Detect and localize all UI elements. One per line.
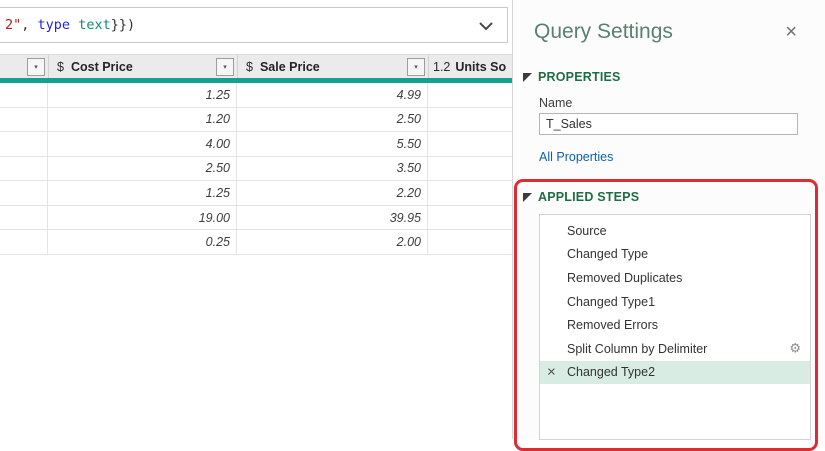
step-label: Changed Type2 xyxy=(567,365,656,380)
filter-caret-icon: ▾ xyxy=(414,63,418,71)
cell-empty xyxy=(428,230,512,254)
gear-icon[interactable]: ⚙ xyxy=(789,342,801,355)
collapse-triangle-icon xyxy=(523,192,532,202)
cell-sale[interactable]: 5.50 xyxy=(237,132,428,156)
all-properties-link[interactable]: All Properties xyxy=(539,150,613,164)
step-label: Changed Type xyxy=(567,247,649,262)
column-header-units-sold[interactable]: 1.2 Units So xyxy=(428,55,512,79)
cell-cost[interactable]: 2.50 xyxy=(48,156,237,181)
applied-step-source[interactable]: Source xyxy=(540,219,810,243)
formula-bar[interactable]: 2", type text}}) xyxy=(0,7,508,43)
applied-step-changed-type1[interactable]: Changed Type1 xyxy=(540,290,810,314)
formula-token: }}) xyxy=(110,17,136,33)
name-field-label: Name xyxy=(539,96,573,110)
close-icon[interactable]: × xyxy=(785,22,797,42)
applied-step-removed-errors[interactable]: Removed Errors xyxy=(540,313,810,337)
section-header-label: PROPERTIES xyxy=(538,70,621,84)
step-label: Removed Errors xyxy=(567,318,658,333)
filter-caret-icon: ▾ xyxy=(223,63,227,71)
currency-type-icon: $ xyxy=(246,60,253,74)
step-label: Removed Duplicates xyxy=(567,270,683,285)
table-header-row: ▾ $ Cost Price ▾ $ Sale Price ▾ 1.2 Unit… xyxy=(0,54,512,79)
cell-empty xyxy=(428,108,512,132)
table-row[interactable]: 2.50 3.50 xyxy=(0,156,512,182)
formula-text[interactable]: 2", type text}}) xyxy=(5,17,135,33)
table-row[interactable]: 1.25 4.99 xyxy=(0,83,512,108)
cell-sale[interactable]: 39.95 xyxy=(237,205,428,230)
cell-empty xyxy=(0,205,48,230)
delete-step-icon[interactable]: × xyxy=(547,365,556,380)
currency-type-icon: $ xyxy=(57,60,64,74)
cell-empty xyxy=(428,181,512,205)
cell-empty xyxy=(0,83,48,107)
filter-dropdown-button[interactable]: ▾ xyxy=(407,58,425,76)
applied-step-removed-duplicates[interactable]: Removed Duplicates xyxy=(540,266,810,290)
cell-cost[interactable]: 1.25 xyxy=(48,181,237,205)
table-row[interactable]: 1.25 2.20 xyxy=(0,181,512,206)
cell-empty xyxy=(0,107,48,132)
formula-token xyxy=(70,17,78,33)
query-name-input[interactable] xyxy=(539,113,798,135)
cell-cost[interactable]: 19.00 xyxy=(48,205,237,230)
column-header-partial[interactable]: ▾ xyxy=(0,55,48,79)
cell-empty xyxy=(428,206,512,230)
applied-step-split-column-by-delimiter[interactable]: Split Column by Delimiter ⚙ xyxy=(540,337,810,361)
section-header-label: APPLIED STEPS xyxy=(538,190,640,204)
table-body: 1.25 4.99 1.20 2.50 4.00 5.50 2.50 3.50 1.25 2.20… xyxy=(0,83,512,255)
applied-step-changed-type2[interactable]: × Changed Type2 xyxy=(540,360,810,385)
step-label: Changed Type1 xyxy=(567,294,656,309)
cell-sale[interactable]: 3.50 xyxy=(237,156,428,181)
cell-empty xyxy=(0,132,48,156)
filter-caret-icon: ▾ xyxy=(34,63,38,71)
column-header-cost-price[interactable]: $ Cost Price ▾ xyxy=(48,55,237,79)
cell-empty xyxy=(0,230,48,254)
query-settings-pane: Query Settings × PROPERTIES Name All Pro… xyxy=(512,0,825,440)
step-label: Split Column by Delimiter xyxy=(567,341,708,356)
applied-steps-section-header[interactable]: APPLIED STEPS xyxy=(523,190,639,204)
filter-dropdown-button[interactable]: ▾ xyxy=(216,58,234,76)
cell-empty xyxy=(0,181,48,205)
cell-empty xyxy=(428,83,512,107)
table-row[interactable]: 19.00 39.95 xyxy=(0,205,512,231)
collapse-triangle-icon xyxy=(523,72,532,82)
column-label: Cost Price xyxy=(70,60,133,74)
cell-sale[interactable]: 2.50 xyxy=(237,107,428,132)
query-editor-grid-area: 2", type text}}) ▾ $ Cost Price ▾ $ Sale… xyxy=(0,0,512,439)
pane-title: Query Settings xyxy=(534,20,673,43)
step-label: Source xyxy=(567,223,607,238)
applied-step-changed-type[interactable]: Changed Type xyxy=(540,243,810,267)
cell-cost[interactable]: 1.20 xyxy=(48,107,237,132)
formula-token: text xyxy=(78,17,111,33)
formula-token: , xyxy=(21,17,38,33)
cell-sale[interactable]: 2.20 xyxy=(237,181,428,205)
cell-empty xyxy=(0,156,48,181)
applied-steps-list: Source Changed Type Removed Duplicates Chan… xyxy=(539,214,811,440)
decimal-type-icon: 1.2 xyxy=(433,60,451,74)
cell-cost[interactable]: 1.25 xyxy=(48,83,237,107)
table-row[interactable]: 4.00 5.50 xyxy=(0,132,512,157)
properties-section-header[interactable]: PROPERTIES xyxy=(523,70,621,84)
table-row[interactable]: 1.20 2.50 xyxy=(0,107,512,133)
cell-cost[interactable]: 0.25 xyxy=(48,230,237,254)
cell-cost[interactable]: 4.00 xyxy=(48,132,237,156)
column-label: Sale Price xyxy=(259,60,320,74)
formula-token: 2" xyxy=(5,17,22,33)
column-header-sale-price[interactable]: $ Sale Price ▾ xyxy=(237,55,428,79)
formula-token: type xyxy=(37,17,71,33)
filter-dropdown-button[interactable]: ▾ xyxy=(27,58,45,76)
cell-sale[interactable]: 4.99 xyxy=(237,83,428,107)
cell-empty xyxy=(428,157,512,181)
cell-sale[interactable]: 2.00 xyxy=(237,230,428,254)
cell-empty xyxy=(428,132,512,156)
table-row[interactable]: 0.25 2.00 xyxy=(0,230,512,255)
column-label: Units So xyxy=(455,60,507,74)
formula-expand-chevron-icon[interactable] xyxy=(477,17,495,35)
